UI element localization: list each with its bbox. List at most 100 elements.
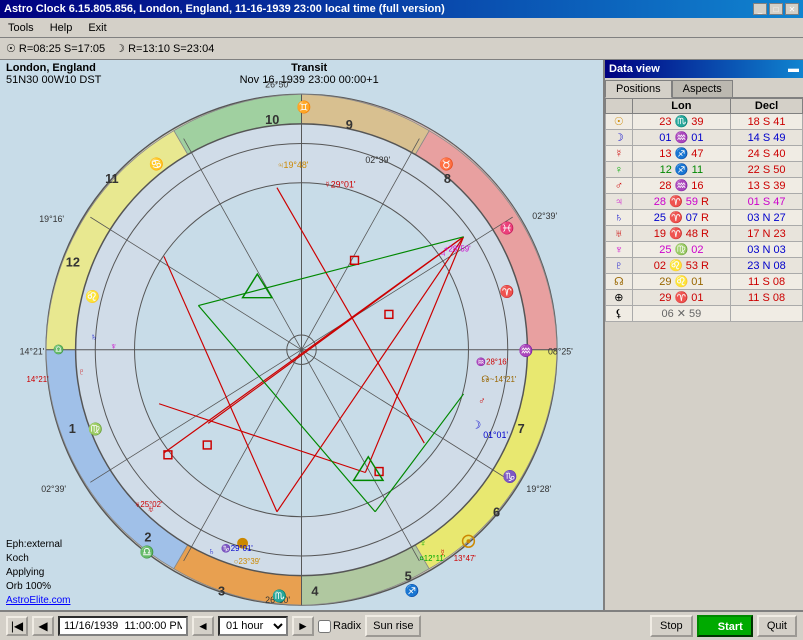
main-content: London, England 51N30 00W10 DST Transit … bbox=[0, 60, 803, 610]
svg-text:8: 8 bbox=[444, 171, 451, 186]
svg-text:5: 5 bbox=[405, 569, 412, 584]
planet-symbol: ♄ bbox=[606, 210, 633, 226]
svg-text:02°39': 02°39' bbox=[41, 484, 66, 494]
planet-symbol: ☽ bbox=[606, 130, 633, 146]
table-row: ⊕ 29 ♈ 01 11 S 08 bbox=[606, 290, 803, 306]
tab-positions[interactable]: Positions bbox=[605, 80, 672, 98]
back-to-start-button[interactable]: |◀ bbox=[6, 616, 28, 636]
table-row: ☊ 29 ♌ 01 11 S 08 bbox=[606, 274, 803, 290]
svg-text:14°21': 14°21' bbox=[27, 375, 50, 384]
planet-symbol: ♃ bbox=[606, 194, 633, 210]
svg-text:♄: ♄ bbox=[208, 546, 215, 556]
svg-text:01°01': 01°01' bbox=[483, 430, 508, 440]
start-label: Start bbox=[718, 621, 743, 633]
planet-lon: 19 ♈ 48 R bbox=[632, 226, 730, 242]
forward-arrow-button[interactable]: ► bbox=[292, 616, 314, 636]
panel-title-bar: Data view ▬ bbox=[605, 60, 803, 78]
svg-text:19°16': 19°16' bbox=[39, 214, 64, 224]
planet-symbol: ♆ bbox=[606, 242, 633, 258]
svg-text:6: 6 bbox=[493, 505, 500, 520]
footer-link[interactable]: AstroElite.com bbox=[6, 594, 70, 608]
svg-text:♉: ♉ bbox=[439, 157, 454, 171]
tab-aspects[interactable]: Aspects bbox=[672, 80, 733, 97]
svg-text:○23°39': ○23°39' bbox=[234, 557, 261, 566]
menu-help[interactable]: Help bbox=[46, 21, 77, 35]
chart-svg: ☽ 01°01' ♄ ♃ +28°59' ♀ ¤12°11' ☿ 13°47' … bbox=[0, 60, 603, 610]
svg-text:♏: ♏ bbox=[272, 589, 287, 603]
planet-decl bbox=[731, 306, 803, 322]
svg-text:♍: ♍ bbox=[88, 422, 103, 436]
svg-text:☽: ☽ bbox=[471, 419, 481, 431]
svg-text:♑29°01': ♑29°01' bbox=[221, 543, 253, 553]
svg-text:♑: ♑ bbox=[503, 469, 518, 483]
positions-table: Lon Decl ☉ 23 ♏ 39 18 S 41 ☽ 01 ♒ 01 bbox=[605, 98, 803, 322]
planet-symbol: ☉ bbox=[606, 114, 633, 130]
planet-decl: 13 S 39 bbox=[731, 178, 803, 194]
svg-text:+28°59': +28°59' bbox=[444, 245, 471, 254]
panel-title: Data view bbox=[609, 63, 660, 75]
table-row: ☽ 01 ♒ 01 14 S 49 bbox=[606, 130, 803, 146]
start-button[interactable]: Start bbox=[697, 615, 753, 637]
menu-exit[interactable]: Exit bbox=[84, 21, 110, 35]
svg-text:♃19°48': ♃19°48' bbox=[277, 160, 309, 170]
stop-button[interactable]: Stop bbox=[650, 615, 693, 637]
planet-decl: 11 S 08 bbox=[731, 274, 803, 290]
table-row: ♇ 02 ♌ 53 R 23 N 08 bbox=[606, 258, 803, 274]
bottom-bar: |◀ ◀ ◄ 01 hour 01 day 01 month 01 year ►… bbox=[0, 610, 803, 640]
planet-decl: 24 S 40 bbox=[731, 146, 803, 162]
planet-decl: 03 N 03 bbox=[731, 242, 803, 258]
planet-lon: 06 ✕ 59 bbox=[632, 306, 730, 322]
planet-decl: 03 N 27 bbox=[731, 210, 803, 226]
planet-symbol: ⚸ bbox=[606, 306, 633, 322]
planet-symbol: ♇ bbox=[606, 258, 633, 274]
chart-footer: Eph:external Koch Applying Orb 100% Astr… bbox=[0, 536, 76, 610]
table-row: ☉ 23 ♏ 39 18 S 41 bbox=[606, 114, 803, 130]
step-select[interactable]: 01 hour 01 day 01 month 01 year bbox=[218, 616, 288, 636]
svg-text:♓: ♓ bbox=[500, 221, 515, 235]
planet-lon: 25 ♍ 02 bbox=[632, 242, 730, 258]
planet-symbol: ⊕ bbox=[606, 290, 633, 306]
svg-text:♎: ♎ bbox=[53, 344, 64, 355]
planet-symbol: ♀ bbox=[606, 162, 633, 178]
svg-text:♂: ♂ bbox=[478, 396, 485, 407]
datetime-input[interactable] bbox=[58, 616, 188, 636]
svg-text:02°39': 02°39' bbox=[532, 211, 557, 221]
sun-rise-set: ☉ R=08:25 S=17:05 bbox=[6, 42, 105, 55]
astro-link: AstroElite.com bbox=[6, 595, 70, 606]
table-row: ♆ 25 ♍ 02 03 N 03 bbox=[606, 242, 803, 258]
svg-text:26°50': 26°50' bbox=[265, 80, 290, 90]
col-header-lon: Lon bbox=[632, 99, 730, 114]
quit-button[interactable]: Quit bbox=[757, 615, 797, 637]
planet-decl: 23 N 08 bbox=[731, 258, 803, 274]
close-button[interactable]: ✕ bbox=[785, 3, 799, 15]
svg-text:10: 10 bbox=[265, 112, 279, 127]
planet-decl: 22 S 50 bbox=[731, 162, 803, 178]
planet-lon: 28 ♒ 16 bbox=[632, 178, 730, 194]
svg-text:♀: ♀ bbox=[419, 538, 426, 549]
minimize-button[interactable]: _ bbox=[753, 3, 767, 15]
planet-lon: 23 ♏ 39 bbox=[632, 114, 730, 130]
panel-close-icon[interactable]: ▬ bbox=[788, 63, 799, 75]
svg-text:♒: ♒ bbox=[519, 344, 534, 358]
sunrise-button[interactable]: Sun rise bbox=[365, 615, 421, 637]
svg-text:14°21': 14°21' bbox=[20, 347, 45, 357]
planet-decl: 14 S 49 bbox=[731, 130, 803, 146]
table-row: ☿ 13 ♐ 47 24 S 40 bbox=[606, 146, 803, 162]
panel-tabs: Positions Aspects bbox=[605, 78, 803, 98]
col-header-sym bbox=[606, 99, 633, 114]
back-one-step-button[interactable]: ◀ bbox=[32, 616, 54, 636]
maximize-button[interactable]: □ bbox=[769, 3, 783, 15]
planet-decl: 11 S 08 bbox=[731, 290, 803, 306]
back-arrow-button[interactable]: ◄ bbox=[192, 616, 214, 636]
svg-text:19°28': 19°28' bbox=[526, 484, 551, 494]
planet-symbol: ☿ bbox=[606, 146, 633, 162]
menu-tools[interactable]: Tools bbox=[4, 21, 38, 35]
planet-symbol: ♅ bbox=[606, 226, 633, 242]
planet-lon: 02 ♌ 53 R bbox=[632, 258, 730, 274]
planet-lon: 25 ♈ 07 R bbox=[632, 210, 730, 226]
radix-checkbox[interactable] bbox=[318, 620, 331, 633]
table-row: ♀ 12 ♐ 11 22 S 50 bbox=[606, 162, 803, 178]
svg-text:12: 12 bbox=[66, 254, 80, 269]
planet-lon: 29 ♈ 01 bbox=[632, 290, 730, 306]
play-icon bbox=[707, 620, 715, 630]
